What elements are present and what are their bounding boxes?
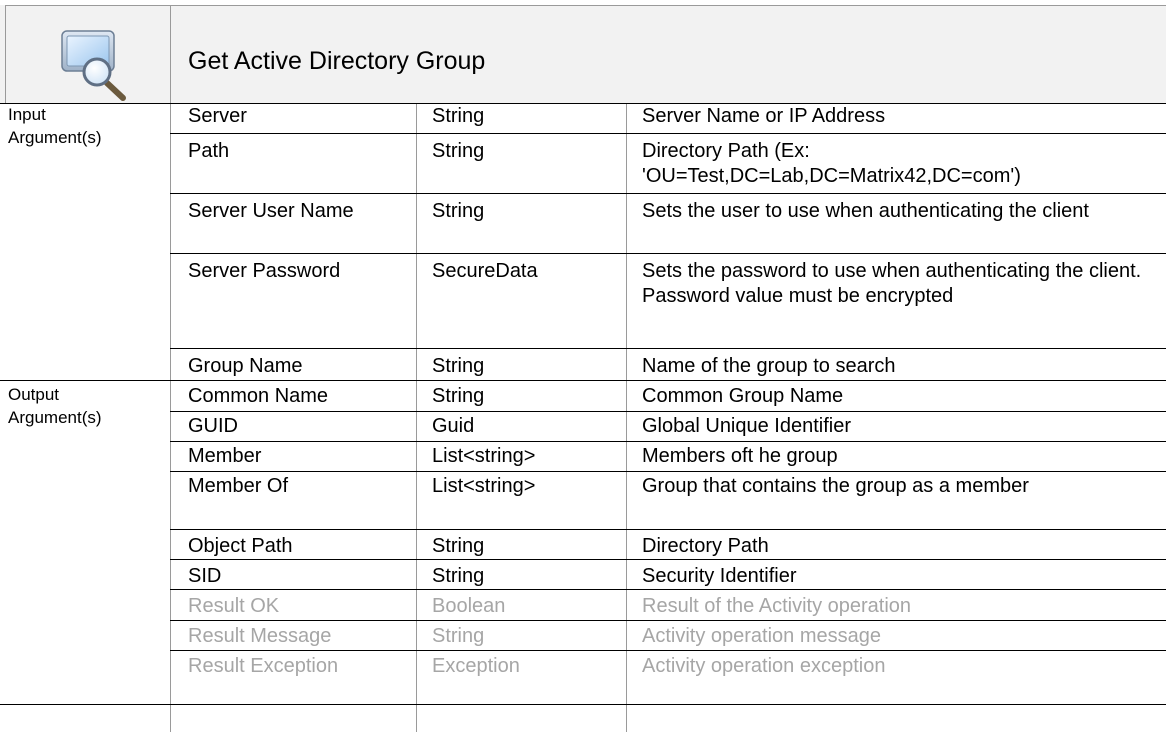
arg-name: Member Of xyxy=(188,475,289,497)
arg-type: List<string> xyxy=(432,475,536,497)
grid-line xyxy=(170,133,1166,134)
arg-desc: Name of the group to search xyxy=(642,355,896,377)
grid-line xyxy=(0,103,1166,104)
arg-type: SecureData xyxy=(432,260,538,282)
grid-line xyxy=(416,103,417,732)
arg-type: Exception xyxy=(432,655,520,677)
arg-desc: Activity operation message xyxy=(642,625,882,647)
arg-name: SID xyxy=(188,565,222,587)
grid-line xyxy=(170,471,1166,472)
arg-name: Result OK xyxy=(188,595,280,617)
arg-name: GUID xyxy=(188,415,238,437)
grid-line xyxy=(170,193,1166,194)
grid-line xyxy=(5,5,1166,6)
arg-desc: Global Unique Identifier xyxy=(642,415,852,437)
arg-desc: Activity operation exception xyxy=(642,655,886,677)
grid-line xyxy=(0,380,1166,381)
arg-name: Member xyxy=(188,445,262,467)
page-title: Get Active Directory Group xyxy=(188,47,486,75)
arg-desc: Common Group Name xyxy=(642,385,844,407)
arg-type: Guid xyxy=(432,415,475,437)
grid-line xyxy=(170,620,1166,621)
grid-line xyxy=(0,704,1166,705)
grid-line xyxy=(170,529,1166,530)
grid-line xyxy=(170,441,1166,442)
arg-desc: Server Name or IP Address xyxy=(642,105,886,127)
arg-name: Result Message xyxy=(188,625,332,647)
arg-type: String xyxy=(432,535,485,557)
arg-desc: Security Identifier xyxy=(642,565,797,587)
arg-type: String xyxy=(432,200,485,222)
arg-type: String xyxy=(432,140,485,162)
arg-name: Common Name xyxy=(188,385,329,407)
arg-type: String xyxy=(432,105,485,127)
output-section-label: Output Argument(s) xyxy=(8,383,102,429)
arg-name: Server User Name xyxy=(188,200,354,222)
input-label-line1: Input xyxy=(8,105,46,124)
arg-desc: Directory Path (Ex: 'OU=Test,DC=Lab,DC=M… xyxy=(642,140,1021,187)
arg-desc: Result of the Activity operation xyxy=(642,595,912,617)
arg-type: String xyxy=(432,625,485,647)
arg-type: String xyxy=(432,355,485,377)
grid-line xyxy=(5,5,6,103)
grid-line xyxy=(170,559,1166,560)
grid-line xyxy=(170,348,1166,349)
grid-line xyxy=(170,5,171,732)
arg-name: Path xyxy=(188,140,230,162)
arg-type: List<string> xyxy=(432,445,536,467)
arg-name: Server Password xyxy=(188,260,341,282)
arg-type: Boolean xyxy=(432,595,506,617)
arg-name: Group Name xyxy=(188,355,303,377)
table-header xyxy=(0,5,1166,103)
output-label-line2: Argument(s) xyxy=(8,408,102,427)
grid-line xyxy=(626,103,627,732)
arg-desc: Sets the user to use when authenticating… xyxy=(642,200,1089,222)
grid-line xyxy=(170,253,1166,254)
arg-desc: Group that contains the group as a membe… xyxy=(642,475,1029,497)
arg-type: String xyxy=(432,565,485,587)
arg-desc: Members oft he group xyxy=(642,445,838,467)
arg-type: String xyxy=(432,385,485,407)
arg-name: Result Exception xyxy=(188,655,339,677)
input-label-line2: Argument(s) xyxy=(8,128,102,147)
grid-line xyxy=(170,650,1166,651)
activity-doc-table: Get Active Directory Group Input Argumen… xyxy=(0,0,1166,732)
grid-line xyxy=(170,411,1166,412)
input-section-label: Input Argument(s) xyxy=(8,103,102,149)
arg-desc: Directory Path xyxy=(642,535,769,557)
arg-name: Object Path xyxy=(188,535,293,557)
arg-desc: Sets the password to use when authentica… xyxy=(642,260,1142,307)
output-label-line1: Output xyxy=(8,385,60,404)
arg-name: Server xyxy=(188,105,247,127)
header-icon-cell xyxy=(5,5,171,103)
grid-line xyxy=(170,589,1166,590)
search-window-icon xyxy=(61,30,126,101)
